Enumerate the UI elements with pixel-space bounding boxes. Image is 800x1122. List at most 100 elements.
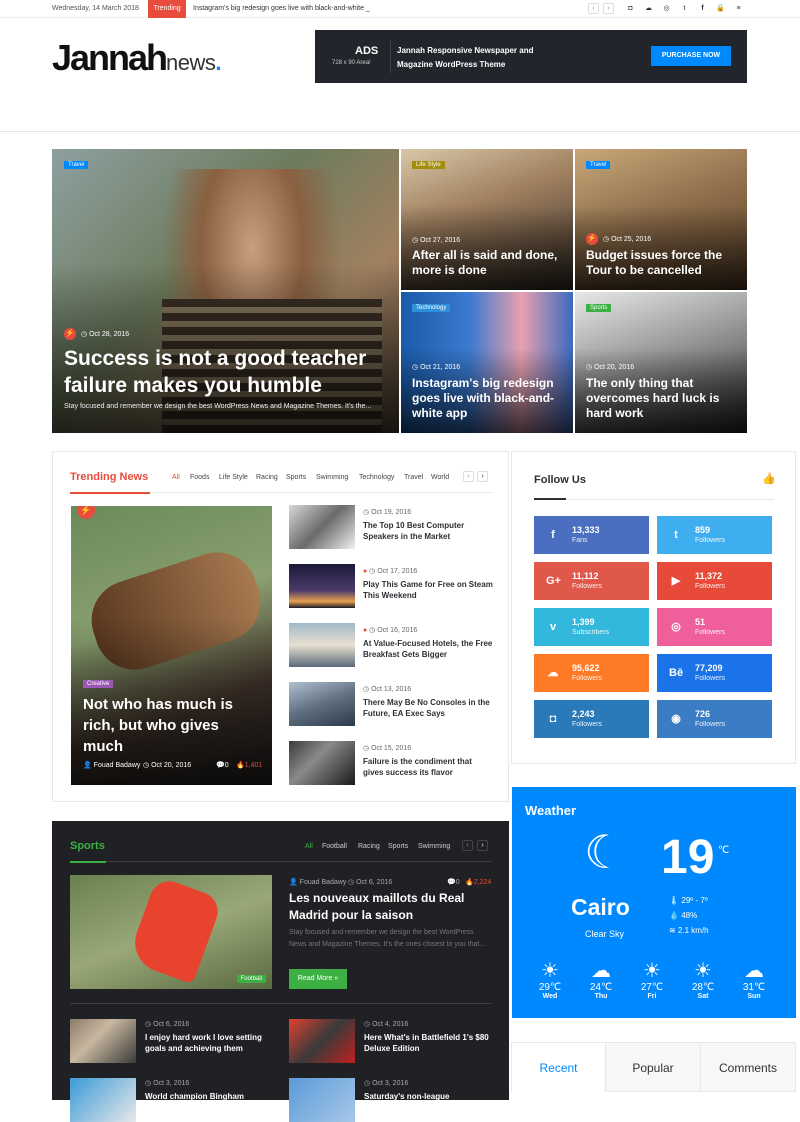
post-thumbnail[interactable]: [289, 682, 355, 726]
category-badge[interactable]: Travel: [586, 161, 611, 169]
tab-all[interactable]: All: [305, 843, 313, 850]
social-counter-google-plus[interactable]: G+ 11,112 Followers: [534, 562, 649, 600]
post-title[interactable]: After all is said and done, more is done: [412, 248, 562, 278]
tab-swimming[interactable]: Swimming: [316, 474, 348, 481]
social-counter-youtube[interactable]: ▶ 11,372 Followers: [657, 562, 772, 600]
post-title[interactable]: Success is not a good teacher failure ma…: [64, 345, 394, 399]
tab-racing[interactable]: Racing: [256, 474, 278, 481]
follower-label: Followers: [572, 675, 602, 682]
ticker-prev-button[interactable]: ‹: [588, 3, 599, 14]
post-title[interactable]: Play This Game for Free on Steam This We…: [363, 579, 493, 601]
hero-tile-3[interactable]: Technology ◷ Oct 21, 2016 Instagram's bi…: [401, 292, 573, 433]
post-comments[interactable]: 💬0: [447, 878, 460, 886]
ticker-next-button[interactable]: ›: [603, 3, 614, 14]
post-date-text: Oct 21, 2016: [420, 364, 461, 371]
sun-icon: ☀: [643, 960, 661, 982]
tab-sports[interactable]: Sports: [286, 474, 306, 481]
facebook-icon[interactable]: f: [698, 4, 707, 13]
social-counter-behance[interactable]: Bē 77,209 Followers: [657, 654, 772, 692]
post-title[interactable]: Here What's in Battlefield 1's $80 Delux…: [364, 1032, 504, 1054]
post-title[interactable]: Les nouveaux maillots du Real Madrid pou…: [289, 890, 489, 924]
post-date: ◷ Oct 28, 2016: [81, 331, 130, 338]
post-thumbnail[interactable]: [289, 623, 355, 667]
tab-football[interactable]: Football: [322, 843, 347, 850]
header-ad-banner[interactable]: ADS 728 x 90 Area! Jannah Responsive New…: [315, 30, 747, 83]
tab-recent[interactable]: Recent: [511, 1042, 606, 1092]
post-title[interactable]: There May Be No Consoles in the Future, …: [363, 697, 493, 719]
post-title[interactable]: Saturday's non-league: [364, 1091, 504, 1102]
trending-featured-post[interactable]: ⚡ Creative Not who has much is rich, but…: [71, 506, 272, 785]
social-counter-soundcloud[interactable]: ☁ 95,622 Followers: [534, 654, 649, 692]
lock-icon[interactable]: 🔒: [716, 4, 725, 13]
block-next-button[interactable]: ›: [477, 840, 488, 851]
social-counter-dribbble[interactable]: ◎ 51 Followers: [657, 608, 772, 646]
block-prev-button[interactable]: ‹: [462, 840, 473, 851]
category-badge[interactable]: Life Style: [412, 161, 445, 169]
breaking-ticker[interactable]: Instagram's big redesign goes live with …: [193, 5, 370, 12]
post-title[interactable]: World champion Bingham: [145, 1091, 285, 1102]
dribbble-icon[interactable]: ◎: [662, 4, 671, 13]
instagram-icon[interactable]: ◘: [626, 4, 635, 13]
block-title-accent: [70, 492, 150, 494]
post-thumbnail[interactable]: [289, 1078, 355, 1122]
tab-popular[interactable]: Popular: [605, 1042, 701, 1092]
post-title[interactable]: Budget issues force the Tour to be cance…: [586, 248, 736, 278]
tab-world[interactable]: World: [431, 474, 449, 481]
block-title-underline: [70, 861, 492, 862]
menu-icon[interactable]: ≡: [734, 4, 743, 13]
tab-comments[interactable]: Comments: [700, 1042, 796, 1092]
social-counter-facebook[interactable]: f 13,333 Fans: [534, 516, 649, 554]
category-badge[interactable]: Creative: [83, 680, 114, 688]
forecast-temp: 31℃: [742, 982, 766, 993]
post-title[interactable]: At Value-Focused Hotels, the Free Breakf…: [363, 638, 493, 660]
twitter-icon[interactable]: t: [680, 4, 689, 13]
tab-sports[interactable]: Sports: [388, 843, 408, 850]
category-badge[interactable]: Technology: [412, 304, 451, 312]
post-thumbnail[interactable]: [289, 564, 355, 608]
post-comments[interactable]: 💬0: [216, 761, 229, 769]
soundcloud-icon[interactable]: ☁: [644, 4, 653, 13]
sports-featured-image[interactable]: Football: [70, 875, 272, 989]
vimeo-icon: v: [549, 621, 557, 633]
tab-racing[interactable]: Racing: [358, 843, 380, 850]
tab-foods[interactable]: Foods: [190, 474, 209, 481]
post-title[interactable]: Instagram's big redesign goes live with …: [412, 376, 567, 421]
post-title[interactable]: The Top 10 Best Computer Speakers in the…: [363, 520, 493, 542]
post-thumbnail[interactable]: [289, 741, 355, 785]
hero-tile-1[interactable]: Life Style ◷ Oct 27, 2016 After all is s…: [401, 149, 573, 290]
post-author[interactable]: 👤 Fouad Badawy: [83, 761, 140, 769]
social-counter-github[interactable]: ◉ 726 Followers: [657, 700, 772, 738]
block-next-button[interactable]: ›: [477, 471, 488, 482]
google-plus-icon: G+: [546, 575, 561, 587]
post-title[interactable]: Failure is the condiment that gives succ…: [363, 756, 493, 778]
block-prev-button[interactable]: ‹: [463, 471, 474, 482]
post-title[interactable]: Not who has much is rich, but who gives …: [83, 694, 263, 757]
follower-label: Followers: [695, 583, 725, 590]
post-title[interactable]: I enjoy hard work I love setting goals a…: [145, 1032, 285, 1054]
category-badge[interactable]: Travel: [64, 161, 89, 169]
post-thumbnail[interactable]: [289, 505, 355, 549]
post-date: ● ◷ Oct 16, 2016: [363, 627, 418, 634]
category-badge[interactable]: Football: [236, 975, 266, 983]
post-thumbnail[interactable]: [70, 1078, 136, 1122]
post-views: 🔥1,401: [236, 762, 263, 769]
post-thumbnail[interactable]: [70, 1019, 136, 1063]
tab-travel[interactable]: Travel: [404, 474, 423, 481]
purchase-now-button[interactable]: PURCHASE NOW: [651, 46, 731, 66]
read-more-button[interactable]: Read More »: [289, 969, 347, 989]
tab-all[interactable]: All: [172, 474, 180, 481]
category-badge[interactable]: Sports: [586, 304, 612, 312]
post-title[interactable]: The only thing that overcomes hard luck …: [586, 376, 741, 421]
social-counter-twitter[interactable]: t 859 Followers: [657, 516, 772, 554]
tab-life-style[interactable]: Life Style: [219, 474, 248, 481]
social-counter-instagram[interactable]: ◘ 2,243 Followers: [534, 700, 649, 738]
tab-swimming[interactable]: Swimming: [418, 843, 450, 850]
post-author[interactable]: 👤 Fouad Badawy: [289, 878, 346, 886]
hero-tile-2[interactable]: Travel ⚡ ◷ Oct 25, 2016 Budget issues fo…: [575, 149, 747, 290]
hero-tile-4[interactable]: Sports ◷ Oct 20, 2016 The only thing tha…: [575, 292, 747, 433]
post-thumbnail[interactable]: [289, 1019, 355, 1063]
site-logo[interactable]: Jannahnews.: [52, 38, 222, 83]
social-counter-vimeo[interactable]: v 1,399 Subscribers: [534, 608, 649, 646]
tab-technology[interactable]: Technology: [359, 474, 394, 481]
hero-main-post[interactable]: Travel ⚡ ◷ Oct 28, 2016 Success is not a…: [52, 149, 399, 433]
